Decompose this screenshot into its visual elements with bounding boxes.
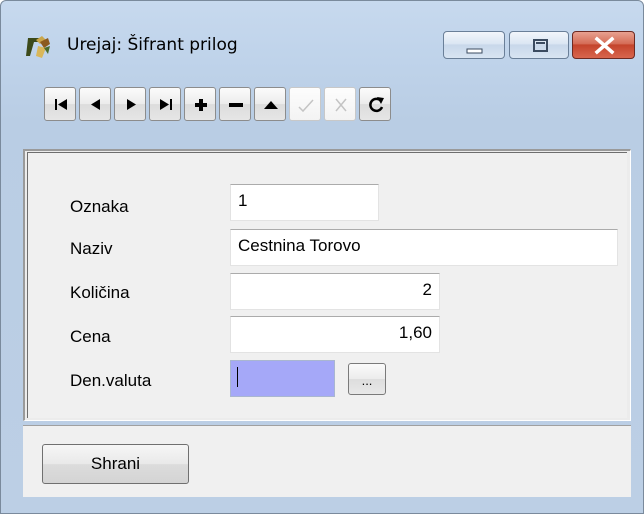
dialog-window: Urejaj: Šifrant prilog Oznaka 1 Naziv Ce… [0,0,644,514]
oznaka-label: Oznaka [70,197,129,216]
cena-field[interactable]: 1,60 [230,316,440,353]
triangle-up-icon [264,101,278,109]
plus-icon [195,99,207,111]
minimize-button[interactable] [443,31,505,59]
naziv-field[interactable]: Cestnina Torovo [230,229,618,266]
oznaka-field[interactable]: 1 [230,184,379,221]
den-valuta-label: Den.valuta [70,371,152,390]
minimize-icon [466,48,483,54]
kolicina-field[interactable]: 2 [230,273,440,310]
kolicina-label: Količina [70,283,130,302]
close-button[interactable] [572,31,635,59]
app-logo-icon [26,34,52,60]
save-button[interactable]: Shrani [42,444,189,484]
maximize-button[interactable] [509,31,569,59]
window-bottom-border [1,497,643,513]
den-valuta-browse-button[interactable]: ... [348,363,386,395]
den-valuta-field[interactable] [230,360,335,397]
refresh-icon [369,97,384,113]
next-record-button[interactable] [114,87,146,121]
last-record-button[interactable] [149,87,181,121]
cena-label: Cena [70,327,111,346]
close-icon [594,36,615,55]
prev-icon [91,99,100,110]
window-title: Urejaj: Šifrant prilog [67,35,238,55]
first-record-button[interactable] [44,87,76,121]
delete-record-button[interactable] [219,87,251,121]
edit-record-button[interactable] [254,87,286,121]
skip-last-icon [160,99,172,110]
prior-record-button[interactable] [79,87,111,121]
insert-record-button[interactable] [184,87,216,121]
cancel-record-button[interactable] [324,87,356,121]
maximize-icon [533,39,548,52]
skip-first-icon [55,99,67,110]
next-icon [127,99,136,110]
minus-icon [229,103,243,107]
naziv-label: Naziv [70,239,113,258]
x-icon [335,98,347,112]
refresh-button[interactable] [359,87,391,121]
checkmark-icon [298,99,314,113]
text-caret [237,367,238,387]
post-record-button[interactable] [289,87,321,121]
